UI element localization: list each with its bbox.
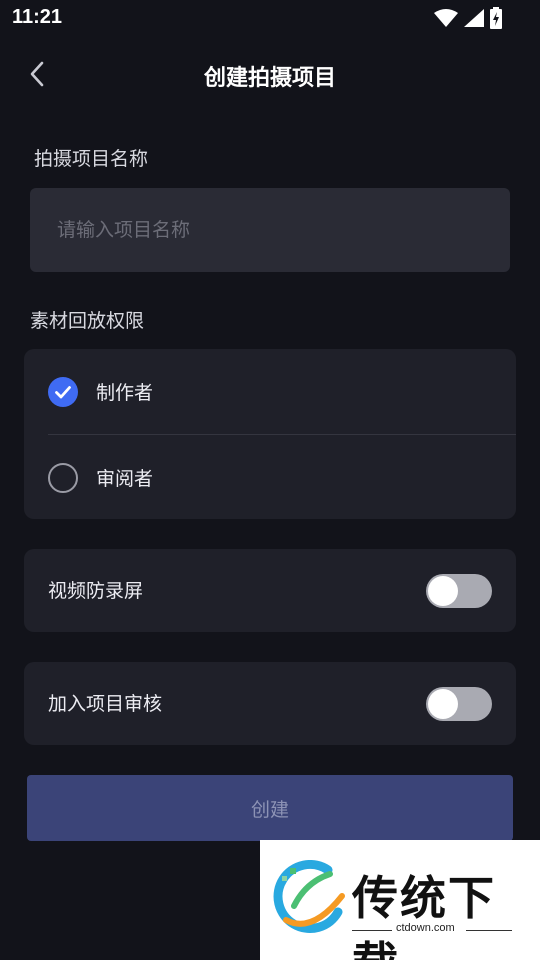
status-time: 11:21 xyxy=(12,6,63,28)
create-button[interactable]: 创建 xyxy=(27,775,513,841)
join-review-toggle[interactable] xyxy=(426,687,492,721)
signal-icon xyxy=(464,9,484,27)
status-bar: 11:21 xyxy=(0,0,540,36)
watermark-rule-left xyxy=(352,930,392,931)
join-review-card: 加入项目审核 xyxy=(24,662,516,745)
anti-screen-record-card: 视频防录屏 xyxy=(24,549,516,632)
join-review-label: 加入项目审核 xyxy=(48,693,163,715)
watermark-title: 传统下载 xyxy=(352,871,496,960)
watermark: 传统下载 ctdown.com xyxy=(260,840,540,960)
permission-option-reviewer[interactable]: 审阅者 xyxy=(24,435,516,520)
playback-permission-card: 制作者 审阅者 xyxy=(24,349,516,519)
watermark-rule-right xyxy=(466,930,512,931)
ctdown-logo-icon xyxy=(273,860,345,933)
project-name-label: 拍摄项目名称 xyxy=(34,148,149,170)
app-bar: 创建拍摄项目 xyxy=(0,44,540,104)
battery-icon xyxy=(490,7,502,29)
page-title: 创建拍摄项目 xyxy=(203,66,336,91)
status-icons xyxy=(434,7,502,29)
project-name-input[interactable] xyxy=(30,188,510,272)
anti-screen-record-toggle[interactable] xyxy=(426,574,492,608)
permission-option-producer[interactable]: 制作者 xyxy=(24,349,516,434)
anti-screen-record-label: 视频防录屏 xyxy=(48,580,144,602)
radio-unchecked-icon[interactable] xyxy=(48,462,78,493)
radio-checked-icon[interactable] xyxy=(48,376,78,407)
toggle-knob xyxy=(428,576,458,606)
wifi-icon xyxy=(434,9,458,27)
permission-option-label: 制作者 xyxy=(96,382,154,404)
playback-permission-label: 素材回放权限 xyxy=(30,310,145,332)
permission-option-label: 审阅者 xyxy=(96,468,154,490)
toggle-knob xyxy=(428,689,458,719)
watermark-url: ctdown.com xyxy=(396,922,455,934)
